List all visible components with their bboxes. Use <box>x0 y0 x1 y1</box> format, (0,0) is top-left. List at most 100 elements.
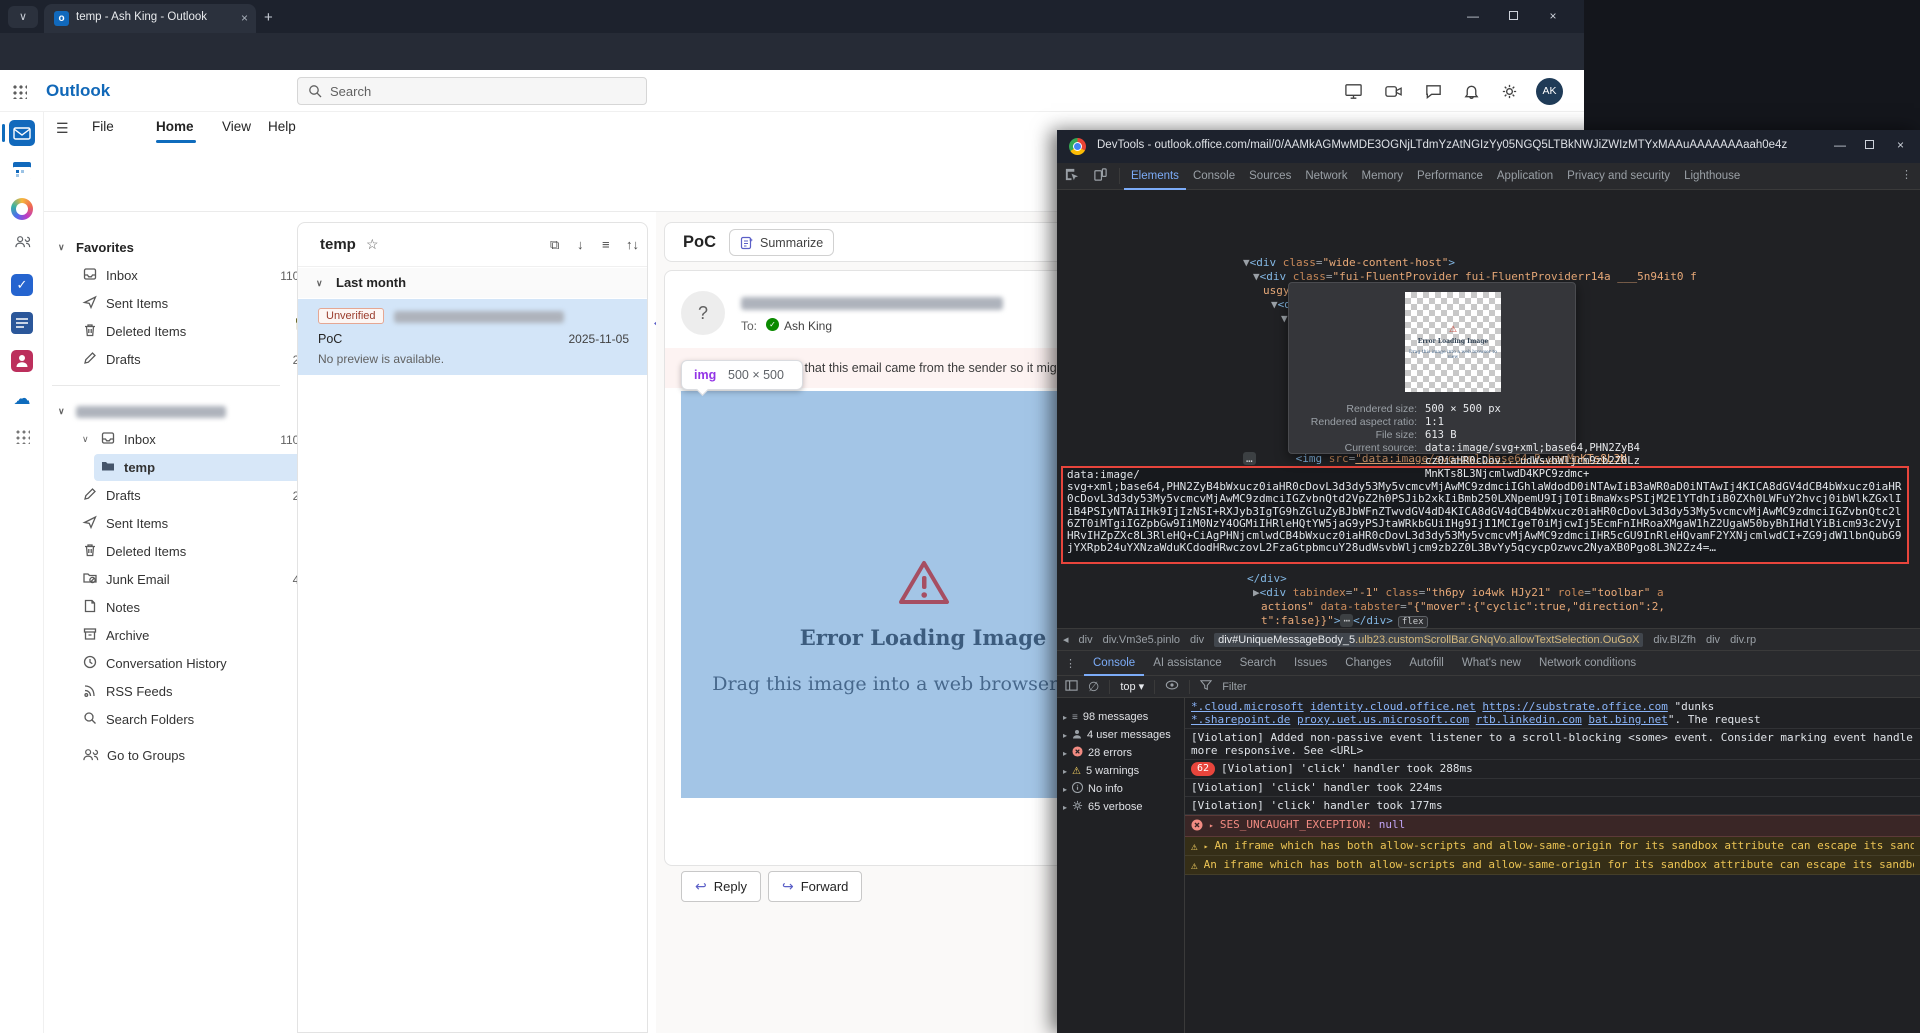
console-filter-user[interactable]: ▸4 user messages <box>1057 726 1184 744</box>
account-avatar[interactable]: AK <box>1536 78 1563 105</box>
console-link[interactable]: rtb.linkedin.com <box>1476 713 1582 726</box>
app-launcher-icon[interactable] <box>12 84 27 99</box>
expand-arrow-icon[interactable]: ▸ <box>1063 749 1067 758</box>
window-close-button[interactable]: × <box>1538 9 1568 23</box>
folder-search-folders[interactable]: Search Folders <box>76 706 312 733</box>
folder-deleted-items[interactable]: Deleted Items <box>76 538 312 565</box>
devtools-maximize-button[interactable] <box>1865 140 1874 152</box>
devtools-minimize-button[interactable]: — <box>1834 138 1846 152</box>
drawer-tab-issues[interactable]: Issues <box>1285 651 1336 676</box>
console-row-links[interactable]: *.cloud.microsoft identity.cloud.office.… <box>1185 698 1920 729</box>
folder-fav-deleted-items[interactable]: Deleted Items <box>76 318 312 345</box>
chat-icon[interactable] <box>1424 82 1443 106</box>
drawer-tab-search[interactable]: Search <box>1231 651 1285 676</box>
new-tab-button[interactable]: + <box>264 9 273 26</box>
nav-hamburger-icon[interactable]: ☰ <box>56 120 69 137</box>
console-row-err[interactable]: ▸SES_UNCAUGHT_EXCEPTION: null <box>1185 815 1920 837</box>
folder-conversation-history[interactable]: Conversation History <box>76 650 312 677</box>
devtools-tab-lighthouse[interactable]: Lighthouse <box>1677 163 1747 190</box>
console-filter-list[interactable]: ▸≡98 messages <box>1057 708 1184 726</box>
rail-item-word[interactable] <box>9 310 35 336</box>
expand-arrow-icon[interactable]: ▸ <box>1209 821 1214 830</box>
console-row-vio[interactable]: 62[Violation] 'click' handler took 288ms <box>1185 760 1920 779</box>
forward-button[interactable]: ↪Forward <box>768 871 862 902</box>
outlook-brand[interactable]: Outlook <box>46 81 110 101</box>
select-all-icon[interactable]: ⧉ <box>550 237 559 253</box>
folder-rss-feeds[interactable]: RSS Feeds <box>76 678 312 705</box>
devtools-tab-application[interactable]: Application <box>1490 163 1560 190</box>
live-expression-eye-icon[interactable] <box>1165 679 1179 694</box>
console-link[interactable]: *.cloud.microsoft <box>1191 700 1304 713</box>
folder-notes[interactable]: Notes <box>76 594 312 621</box>
folder-inbox[interactable]: ∨Inbox1106 <box>76 426 312 453</box>
expand-arrow-icon[interactable]: ▸ <box>1063 803 1067 812</box>
inspect-element-icon[interactable] <box>1064 167 1079 185</box>
console-sidebar-toggle-icon[interactable] <box>1065 679 1078 695</box>
sort-order-icon[interactable]: ↑↓ <box>626 237 639 252</box>
dom-tree-line[interactable]: ▶<div tabindex="-1" class="th6py io4wk H… <box>1253 586 1664 599</box>
email-list-item[interactable]: Unverified PoC 2025-11-05 No preview is … <box>298 299 647 375</box>
rail-item-people[interactable] <box>9 234 35 260</box>
expand-arrow-icon[interactable]: ▸ <box>1063 731 1067 740</box>
breadcrumb-scroll-icon[interactable]: ◂ <box>1063 633 1069 646</box>
console-row-warn[interactable]: ⚠▸An iframe which has both allow-scripts… <box>1185 837 1920 856</box>
favorites-header[interactable]: ∨Favorites <box>52 234 288 261</box>
console-link[interactable]: *.sharepoint.de <box>1191 713 1290 726</box>
chevron-icon[interactable]: ∨ <box>58 242 68 253</box>
folder-drafts[interactable]: Drafts25 <box>76 482 312 509</box>
console-link[interactable]: https://substrate.office.com <box>1482 700 1667 713</box>
console-link[interactable]: bat.bing.net <box>1588 713 1667 726</box>
folder-temp[interactable]: temp <box>94 454 330 481</box>
console-row-plain[interactable]: [Violation] Added non-passive event list… <box>1185 729 1920 760</box>
search-input[interactable]: Search <box>297 77 647 105</box>
window-maximize-button[interactable] <box>1498 9 1528 23</box>
rail-item-more-apps[interactable] <box>9 424 35 450</box>
drawer-tab-changes[interactable]: Changes <box>1336 651 1400 676</box>
expand-arrow-icon[interactable]: ▸ <box>1204 842 1209 851</box>
clear-console-icon[interactable]: ∅ <box>1088 679 1099 695</box>
devtools-close-button[interactable]: × <box>1897 138 1904 152</box>
dom-tree-line[interactable]: actions" data-tabster="{"mover":{"cyclic… <box>1261 600 1665 613</box>
console-link[interactable]: identity.cloud.office.net <box>1310 700 1476 713</box>
breadcrumb-item[interactable]: div.Vm3e5.pinlo <box>1103 634 1180 646</box>
go-to-groups[interactable]: Go to Groups <box>76 742 312 769</box>
folder-archive[interactable]: Archive <box>76 622 312 649</box>
console-filter-verbose[interactable]: ▸65 verbose <box>1057 798 1184 816</box>
dom-tree-line[interactable]: t":false}}">⋯</div>flex <box>1261 614 1428 627</box>
devtools-tab-console[interactable]: Console <box>1186 163 1242 190</box>
account-header[interactable]: ∨ <box>52 398 288 425</box>
dom-tree-line[interactable]: </div> <box>1247 572 1287 585</box>
folder-fav-inbox[interactable]: Inbox1106 <box>76 262 312 289</box>
console-link[interactable]: proxy.uet.us.microsoft.com <box>1297 713 1469 726</box>
execution-context-selector[interactable]: top ▾ <box>1120 680 1144 693</box>
recipient-name[interactable]: Ash King <box>784 319 832 333</box>
sort-down-icon[interactable]: ↓ <box>577 237 584 252</box>
devtools-tab-performance[interactable]: Performance <box>1410 163 1490 190</box>
tab-search-icon[interactable]: ∨ <box>8 6 38 28</box>
drawer-menu-icon[interactable]: ⋮ <box>1065 657 1076 670</box>
drawer-tab-network-conditions[interactable]: Network conditions <box>1530 651 1645 676</box>
console-row-vio[interactable]: [Violation] 'click' handler took 224ms <box>1185 779 1920 797</box>
drawer-tab-autofill[interactable]: Autofill <box>1400 651 1453 676</box>
console-row-vio[interactable]: [Violation] 'click' handler took 177ms <box>1185 797 1920 815</box>
device-toolbar-icon[interactable] <box>1093 167 1108 185</box>
rail-item-mail[interactable] <box>9 120 35 146</box>
folder-sent-items[interactable]: Sent Items <box>76 510 312 537</box>
tab-close-icon[interactable]: × <box>241 11 248 25</box>
summarize-button[interactable]: Summarize <box>729 229 834 256</box>
browser-tab[interactable]: o temp - Ash King - Outlook × <box>44 4 256 33</box>
notifications-bell-icon[interactable] <box>1462 82 1481 106</box>
console-filter-info[interactable]: ▸No info <box>1057 780 1184 798</box>
settings-gear-icon[interactable] <box>1500 82 1519 106</box>
reply-button[interactable]: ↩Reply <box>681 871 761 902</box>
rail-item-calendar[interactable] <box>9 158 35 184</box>
devtools-tab-memory[interactable]: Memory <box>1355 163 1411 190</box>
folder-junk-email[interactable]: Junk Email40 <box>76 566 312 593</box>
rail-item-todo[interactable]: ✓ <box>9 272 35 298</box>
devtools-tab-privacy-and-security[interactable]: Privacy and security <box>1560 163 1677 190</box>
drawer-tab-ai-assistance[interactable]: AI assistance <box>1144 651 1230 676</box>
chevron-icon[interactable]: ∨ <box>58 406 68 417</box>
breadcrumb-item[interactable]: div.BIZfh <box>1653 634 1696 646</box>
breadcrumb-item[interactable]: div <box>1079 634 1093 646</box>
presenter-icon[interactable] <box>1344 82 1363 106</box>
